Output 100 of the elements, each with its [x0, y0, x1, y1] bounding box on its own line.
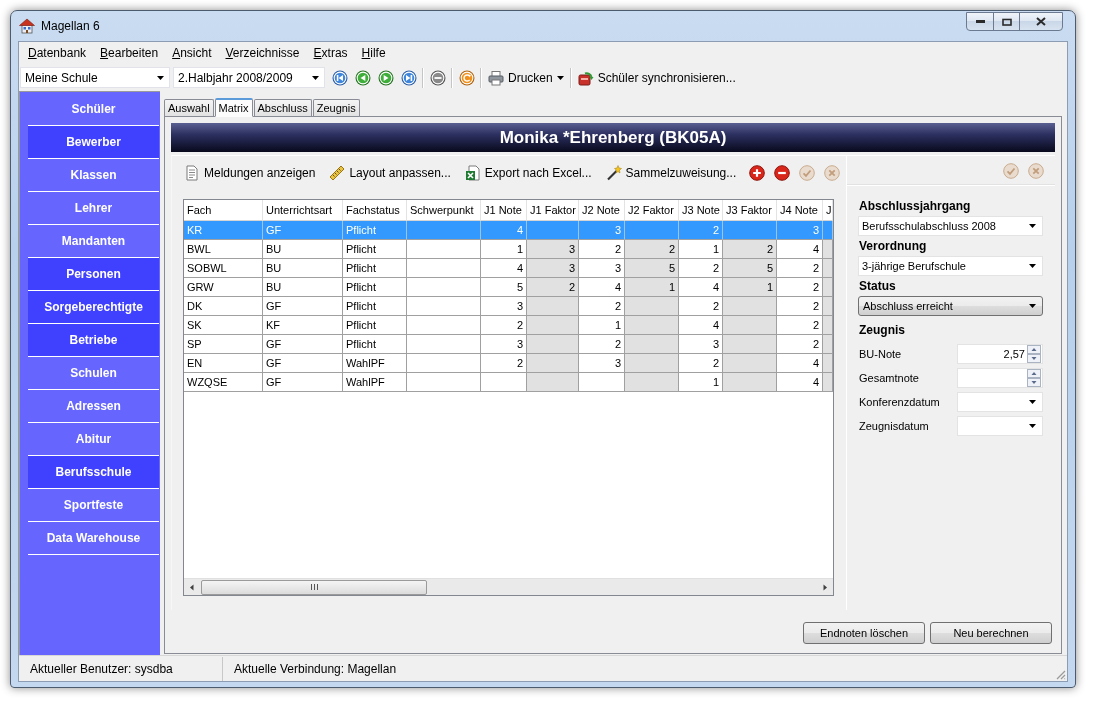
spinner-arrows-icon[interactable]: [1027, 369, 1041, 387]
magic-wand-icon: [605, 164, 622, 181]
column-header[interactable]: Fachstatus: [343, 200, 407, 221]
maximize-button[interactable]: [993, 12, 1020, 31]
horizontal-scrollbar[interactable]: [184, 578, 833, 595]
push-button[interactable]: Endnoten löschen: [803, 622, 925, 644]
column-header[interactable]: J4 Note: [777, 200, 823, 221]
app-icon: [19, 18, 35, 34]
section-heading: Verordnung: [859, 239, 928, 254]
menu-item[interactable]: Datenbank: [21, 42, 94, 64]
column-header[interactable]: J1 Faktor: [527, 200, 579, 221]
toolbar-button[interactable]: Layout anpassen...: [325, 161, 455, 184]
caret-icon: [312, 75, 319, 80]
toolbar-button[interactable]: Sammelzuweisung...: [601, 161, 741, 184]
column-header[interactable]: J1 Note: [481, 200, 527, 221]
menu-item[interactable]: Hilfe: [354, 42, 393, 64]
menu-item[interactable]: Extras: [306, 42, 355, 64]
number-field[interactable]: [957, 368, 1043, 388]
table-cell: WahlPF: [343, 373, 407, 392]
table-row[interactable]: WZQSE GF WahlPF 1 4: [184, 373, 833, 392]
ruler-icon: [329, 164, 346, 181]
skip-start-icon[interactable]: [331, 69, 348, 86]
push-button[interactable]: Neu berechnen: [930, 622, 1052, 644]
minimize-button[interactable]: [966, 12, 994, 31]
next-icon[interactable]: [377, 69, 394, 86]
caret-icon: [1029, 224, 1036, 228]
dropdown-button[interactable]: Abschluss erreicht: [858, 296, 1043, 316]
table-cell: WZQSE: [184, 373, 263, 392]
column-header[interactable]: J2 Faktor: [625, 200, 679, 221]
caret-icon: [1029, 424, 1036, 428]
field-label: Zeugnisdatum: [859, 420, 929, 432]
sidebar-item[interactable]: Berufsschule: [28, 456, 159, 489]
number-field[interactable]: 2,57: [957, 344, 1043, 364]
sidebar-item[interactable]: Betriebe: [28, 324, 159, 357]
skip-end-icon[interactable]: [400, 69, 417, 86]
spreadsheet-icon: [464, 164, 481, 181]
dropdown-field[interactable]: Berufsschulabschluss 2008: [858, 216, 1043, 236]
menu-item[interactable]: Verzeichnisse: [218, 42, 307, 64]
table-row[interactable]: SP GF Pflicht 3 2 3 2: [184, 335, 833, 354]
document-icon: [184, 164, 200, 181]
caret-icon: [157, 75, 164, 80]
sidebar-item[interactable]: Personen: [28, 258, 159, 291]
date-field[interactable]: [957, 416, 1043, 436]
tab[interactable]: Zeugnis: [312, 99, 360, 116]
table-row[interactable]: GRW BU Pflicht 5 2 4 1 4 1 2: [184, 278, 833, 297]
table-row[interactable]: DK GF Pflicht 3 2 2 2: [184, 297, 833, 316]
refresh-icon[interactable]: [458, 69, 475, 86]
caret-icon: [1029, 264, 1036, 268]
caret-icon: [1029, 304, 1036, 308]
column-header[interactable]: J: [823, 200, 833, 221]
term-dropdown[interactable]: 2.Halbjahr 2008/2009: [173, 67, 325, 88]
table-cell: 1: [625, 278, 679, 297]
close-icon: [1036, 17, 1046, 26]
date-field[interactable]: [957, 392, 1043, 412]
column-header[interactable]: Fach: [184, 200, 263, 221]
table-row[interactable]: EN GF WahlPF 2 3 2 4: [184, 354, 833, 373]
status-text: Aktueller Benutzer: sysdba: [19, 656, 223, 681]
toolbar-button[interactable]: Meldungen anzeigen: [180, 161, 320, 184]
close-button[interactable]: [1019, 12, 1063, 31]
table-cell: 2: [723, 240, 777, 259]
column-header[interactable]: Schwerpunkt: [407, 200, 481, 221]
column-header[interactable]: J3 Faktor: [723, 200, 777, 221]
tab[interactable]: Abschluss: [253, 99, 312, 116]
printer-icon: [488, 69, 504, 86]
grip-icon: [310, 584, 318, 590]
sidebar-item[interactable]: Bewerber: [28, 126, 159, 159]
previous-icon[interactable]: [354, 69, 371, 86]
minimize-icon: [975, 20, 985, 23]
sidebar-item[interactable]: Sorgeberechtigte: [28, 291, 159, 324]
caret-icon: [1029, 400, 1036, 404]
tab[interactable]: Auswahl: [164, 99, 214, 116]
print-button[interactable]: Drucken: [484, 66, 568, 89]
sync-button[interactable]: Schüler synchronisieren...: [573, 66, 740, 89]
table-cell: 5: [625, 259, 679, 278]
minus-circle-icon[interactable]: [429, 69, 446, 86]
column-header[interactable]: Unterrichtsart: [263, 200, 343, 221]
tab[interactable]: Matrix: [214, 98, 253, 117]
dropdown-field[interactable]: 3-jährige Berufschule: [858, 256, 1043, 276]
menu-item[interactable]: Bearbeiten: [93, 42, 166, 64]
school-dropdown[interactable]: Meine Schule: [20, 67, 170, 88]
table-cell: 3: [527, 240, 579, 259]
scrollbar-thumb[interactable]: [201, 579, 427, 595]
toolbar-button[interactable]: Export nach Excel...: [460, 161, 596, 184]
table-row[interactable]: SOBWL BU Pflicht 4 3 3 5 2 5 2: [184, 259, 833, 278]
column-header[interactable]: J3 Note: [679, 200, 723, 221]
field-label: Konferenzdatum: [859, 396, 940, 408]
table-row[interactable]: SK KF Pflicht 2 1 4 2: [184, 316, 833, 335]
caret-icon: [556, 75, 564, 80]
spinner-arrows-icon[interactable]: [1027, 345, 1041, 363]
section-heading: Status: [859, 279, 897, 294]
table-cell: 5: [723, 259, 777, 278]
plus-circle-icon[interactable]: [749, 164, 765, 181]
resize-grip-icon: [1055, 669, 1066, 680]
minus-circle-icon[interactable]: [774, 164, 790, 181]
column-header[interactable]: J2 Note: [579, 200, 625, 221]
window-title: Magellan 6: [41, 19, 100, 33]
student-banner: Monika *Ehrenberg (BK05A): [171, 123, 1055, 152]
table-row[interactable]: BWL BU Pflicht 1 3 2 2 1 2 4: [184, 240, 833, 259]
field-label: BU-Note: [859, 348, 902, 360]
menu-item[interactable]: Ansicht: [165, 42, 219, 64]
